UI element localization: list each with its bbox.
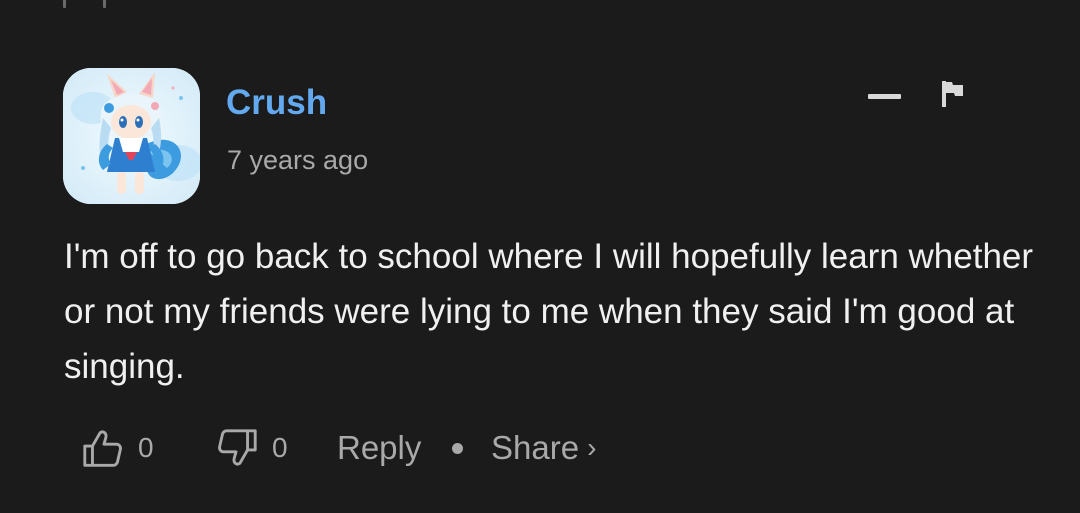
share-button[interactable]: Share ›	[491, 423, 596, 473]
anime-character-avatar-icon	[63, 68, 200, 204]
thumbs-down-icon	[218, 429, 257, 466]
separator-dot	[452, 443, 463, 454]
comment-actions: 0 0 Reply Share ›	[80, 423, 640, 473]
dislike-button[interactable]: 0	[214, 423, 288, 473]
collapse-comment-button[interactable]	[862, 82, 906, 112]
reply-label: Reply	[337, 429, 422, 466]
thumbs-up-icon	[83, 430, 122, 467]
comment-card: Crush 7 years ago I'm off to go back to …	[0, 0, 1080, 513]
dislike-count: 0	[272, 432, 288, 463]
chevron-right-icon: ›	[587, 432, 597, 463]
flag-icon	[942, 81, 963, 107]
comment-author[interactable]: Crush	[226, 81, 327, 125]
like-button[interactable]: 0	[80, 423, 154, 473]
minus-icon	[868, 94, 901, 99]
comment-timestamp[interactable]: 7 years ago	[227, 142, 368, 178]
previous-comment-actions-remnant	[60, 0, 520, 12]
share-label: Share	[491, 429, 580, 466]
like-count: 0	[138, 432, 154, 463]
report-button[interactable]	[935, 74, 975, 114]
avatar[interactable]	[63, 68, 200, 204]
reply-button[interactable]: Reply	[337, 423, 421, 473]
comment-body: I'm off to go back to school where I wil…	[64, 237, 1034, 386]
